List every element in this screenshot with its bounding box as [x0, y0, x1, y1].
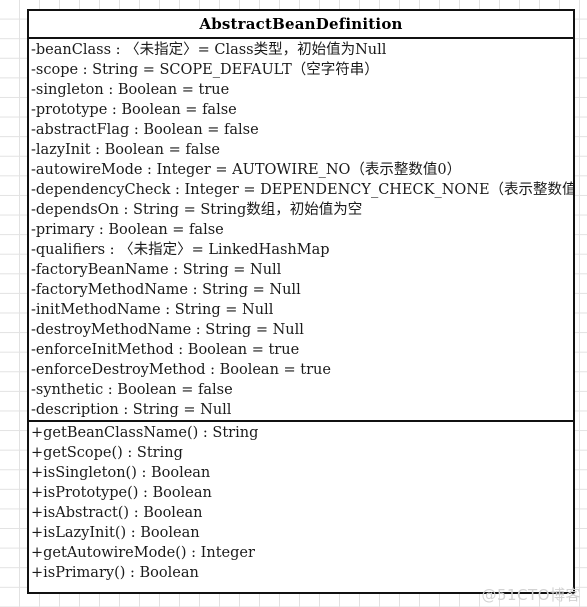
diagram-canvas: AbstractBeanDefinition -beanClass : 〈未指定… — [0, 0, 587, 607]
class-method-row: +isSingleton() : Boolean — [31, 465, 211, 481]
class-attribute-row: -primary : Boolean = false — [31, 222, 224, 238]
class-attribute-row: -autowireMode : Integer = AUTOWIRE_NO（表示… — [31, 162, 462, 178]
class-method-row: +isPrototype() : Boolean — [31, 485, 212, 501]
class-attribute-row: -factoryMethodName : String = Null — [31, 282, 301, 298]
class-attribute-row: -dependsOn : String = String数组，初始值为空 — [31, 202, 363, 218]
class-attribute-row: -lazyInit : Boolean = false — [31, 142, 221, 158]
class-method-row: +isAbstract() : Boolean — [31, 505, 203, 521]
class-attribute-row: -qualifiers : 〈未指定〉= LinkedHashMap — [31, 242, 330, 258]
class-attribute-row: -synthetic : Boolean = false — [31, 382, 233, 398]
class-method-row: +isLazyInit() : Boolean — [31, 525, 200, 541]
class-method-row: +getScope() : String — [31, 445, 183, 461]
class-name-header: AbstractBeanDefinition — [29, 11, 573, 39]
class-attribute-row: -singleton : Boolean = true — [31, 82, 230, 98]
class-method-row: +isPrimary() : Boolean — [31, 565, 199, 581]
class-attribute-row: -initMethodName : String = Null — [31, 302, 274, 318]
class-attribute-row: -scope : String = SCOPE_DEFAULT（空字符串） — [31, 62, 379, 78]
class-attribute-row: -prototype : Boolean = false — [31, 102, 237, 118]
methods-compartment: +getBeanClassName() : String +getScope() … — [29, 422, 573, 583]
class-attribute-row: -description : String = Null — [31, 402, 232, 418]
class-attribute-row: -enforceInitMethod : Boolean = true — [31, 342, 300, 358]
class-attribute-row: -beanClass : 〈未指定〉= Class类型，初始值为Null — [31, 42, 387, 58]
class-method-row: +getBeanClassName() : String — [31, 425, 259, 441]
uml-class-box: AbstractBeanDefinition -beanClass : 〈未指定… — [27, 9, 575, 594]
attributes-compartment: -beanClass : 〈未指定〉= Class类型，初始值为Null -sco… — [29, 39, 573, 422]
class-attribute-row: -destroyMethodName : String = Null — [31, 322, 304, 338]
class-attribute-row: -factoryBeanName : String = Null — [31, 262, 282, 278]
class-method-row: +getAutowireMode() : Integer — [31, 545, 255, 561]
class-attribute-row: -dependencyCheck : Integer = DEPENDENCY_… — [31, 182, 573, 198]
class-attribute-row: -enforceDestroyMethod : Boolean = true — [31, 362, 331, 378]
class-attribute-row: -abstractFlag : Boolean = false — [31, 122, 259, 138]
